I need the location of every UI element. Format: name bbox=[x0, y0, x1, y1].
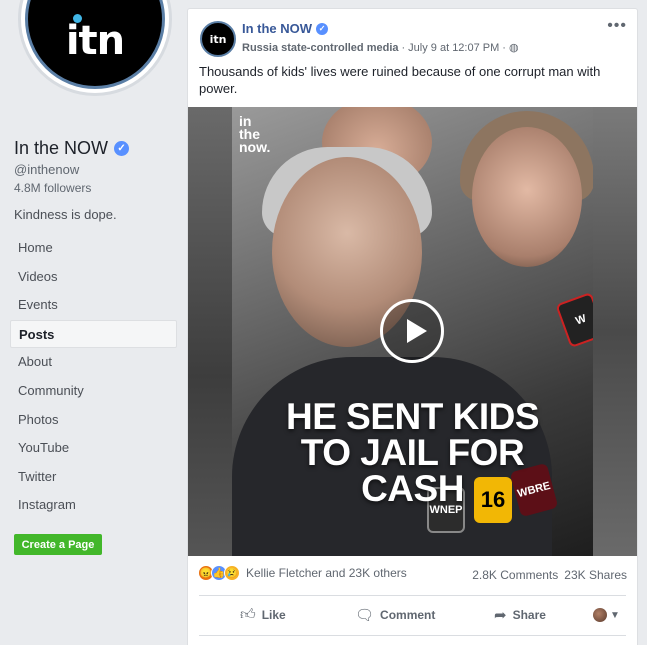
play-button-icon[interactable] bbox=[380, 299, 444, 363]
share-label: Share bbox=[512, 608, 546, 622]
shares-count[interactable]: 23K Shares bbox=[564, 568, 627, 582]
logo-dot bbox=[72, 14, 82, 23]
comment-label: Comment bbox=[380, 608, 436, 622]
chevron-down-icon: ▼ bbox=[610, 609, 620, 621]
logo-text: itn bbox=[65, 18, 125, 64]
divider bbox=[199, 635, 626, 636]
nav-item-about[interactable]: About bbox=[10, 348, 177, 377]
create-page-button[interactable]: Create a Page bbox=[14, 534, 102, 555]
post-author[interactable]: In the NOW ✓ bbox=[242, 21, 329, 36]
sad-reaction-icon: 😢 bbox=[224, 565, 240, 581]
comment-button[interactable]: 🗨︎ Comment bbox=[355, 606, 435, 624]
divider bbox=[199, 595, 626, 596]
nav-item-instagram[interactable]: Instagram bbox=[10, 491, 177, 520]
meta-separator: · bbox=[401, 41, 406, 54]
followers-count: 4.8M followers bbox=[14, 181, 92, 195]
verified-badge-icon: ✓ bbox=[316, 22, 329, 35]
post-author-avatar[interactable]: itn bbox=[200, 21, 236, 57]
video-frame[interactable]: in the now. WNEP 16 WBRE W HE SENT KIDS … bbox=[232, 107, 593, 556]
thumbs-up-icon: 👍︎ bbox=[240, 606, 256, 623]
nav-item-twitter[interactable]: Twitter bbox=[10, 463, 177, 492]
avatar-text: itn bbox=[209, 32, 227, 46]
more-options-button[interactable]: ••• bbox=[607, 17, 627, 35]
post-timestamp[interactable]: July 9 at 12:07 PM bbox=[408, 42, 499, 54]
video-blur-left bbox=[188, 107, 232, 556]
audience-selector[interactable]: ▼ bbox=[593, 608, 620, 622]
user-avatar bbox=[593, 608, 607, 622]
share-arrow-icon: ➦ bbox=[494, 607, 507, 624]
nav-item-youtube[interactable]: YouTube bbox=[10, 434, 177, 463]
comment-icon: 🗨︎ bbox=[355, 607, 375, 624]
nav-item-home[interactable]: Home bbox=[10, 234, 177, 263]
nav-item-posts[interactable]: Posts bbox=[10, 319, 177, 349]
post-author-name: In the NOW bbox=[242, 21, 313, 36]
nav-item-photos[interactable]: Photos bbox=[10, 406, 177, 435]
post-meta: Russia state-controlled media · July 9 a… bbox=[242, 41, 519, 55]
meta-separator: · bbox=[502, 41, 506, 54]
engagement-counts: 2.8K Comments 23K Shares bbox=[472, 568, 627, 582]
reactions-summary[interactable]: 😠 👍 😢 Kellie Fletcher and 23K others bbox=[198, 565, 407, 581]
post-text: Thousands of kids' lives were ruined bec… bbox=[199, 64, 601, 96]
share-button[interactable]: ➦ Share bbox=[494, 606, 546, 624]
verified-badge-icon: ✓ bbox=[114, 141, 130, 156]
nav-item-events[interactable]: Events bbox=[10, 291, 177, 320]
reaction-names[interactable]: Kellie Fletcher and 23K others bbox=[246, 566, 407, 580]
state-media-label[interactable]: Russia state-controlled media bbox=[242, 42, 399, 54]
profile-picture[interactable]: itn bbox=[18, 0, 172, 96]
page-handle[interactable]: @inthenow bbox=[14, 162, 79, 177]
page-nav: Home Videos Events Posts About Community… bbox=[10, 234, 177, 520]
like-button[interactable]: 👍︎ Like bbox=[240, 606, 286, 624]
facebook-page: itn In the NOW ✓ @inthenow 4.8M follower… bbox=[0, 0, 647, 645]
profile-logo: itn bbox=[25, 0, 165, 89]
globe-icon: ◍ bbox=[508, 42, 519, 54]
page-name-label: In the NOW bbox=[14, 138, 109, 158]
post-actions: 👍︎ Like 🗨︎ Comment ➦ Share ▼ bbox=[188, 599, 637, 631]
nav-item-community[interactable]: Community bbox=[10, 377, 177, 406]
like-label: Like bbox=[261, 608, 286, 622]
post-card: itn In the NOW ✓ Russia state-controlled… bbox=[187, 8, 638, 645]
post-video[interactable]: in the now. WNEP 16 WBRE W HE SENT KIDS … bbox=[188, 107, 637, 556]
comments-count[interactable]: 2.8K Comments bbox=[472, 568, 558, 582]
nav-item-videos[interactable]: Videos bbox=[10, 263, 177, 292]
microphone: W bbox=[555, 291, 593, 349]
video-blur-right bbox=[593, 107, 637, 556]
page-title[interactable]: In the NOW ✓ bbox=[14, 138, 130, 159]
background-woman bbox=[472, 127, 582, 267]
video-headline: HE SENT KIDS TO JAIL FOR CASH bbox=[285, 396, 540, 509]
video-watermark: in the now. bbox=[239, 113, 271, 155]
left-column: itn In the NOW ✓ @inthenow 4.8M follower… bbox=[0, 0, 185, 645]
page-tagline: Kindness is dope. bbox=[14, 207, 117, 222]
